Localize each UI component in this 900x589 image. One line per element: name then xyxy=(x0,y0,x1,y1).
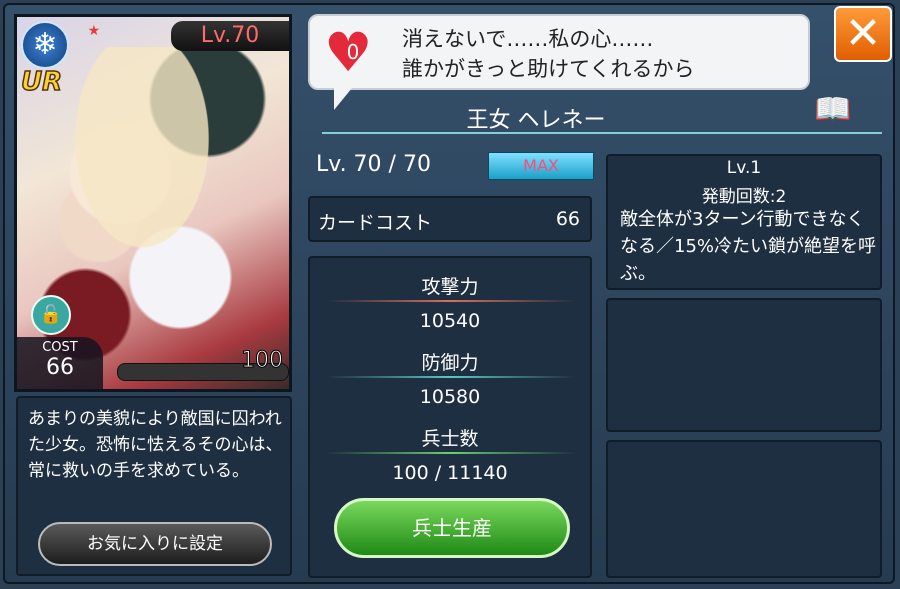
book-icon[interactable]: 📖 xyxy=(814,92,851,127)
favorite-button[interactable]: お気に入りに設定 xyxy=(38,522,272,566)
cost-box: COST 66 xyxy=(17,337,103,389)
defense-value: 10580 xyxy=(419,386,481,408)
empty-skill-slot xyxy=(606,440,882,578)
character-illustration xyxy=(57,47,227,277)
cost-value: 66 xyxy=(46,355,74,380)
skill-activations: 発動回数:2 xyxy=(701,187,787,207)
card-artwork: ❄ ☆★ UR Lv.70 🔓 COST 66 100 xyxy=(14,14,292,392)
star-icon: ☆ xyxy=(77,23,89,39)
unit-name: 王女 ヘレネー xyxy=(466,108,606,133)
name-bar: 王女 ヘレネー xyxy=(316,98,882,138)
rarity-stars: ☆★ xyxy=(77,23,100,39)
unit-level: Lv. 70 / 70 xyxy=(316,152,431,177)
rarity-label: UR xyxy=(20,66,63,98)
divider xyxy=(326,376,576,378)
produce-soldiers-button[interactable]: 兵士生産 xyxy=(334,498,570,558)
stats-panel: 攻撃力 10540 防御力 10580 兵士数 100 / 11140 兵士生産 xyxy=(308,256,592,578)
soldiers-value: 100 / 11140 xyxy=(392,462,508,484)
divider xyxy=(326,452,576,454)
skill-panel: Lv.1 発動回数:2 敵全体が3ターン行動できなくなる／15%冷たい鎖が絶望を… xyxy=(606,154,882,290)
troop-count: 100 xyxy=(241,348,284,374)
attack-value: 10540 xyxy=(419,310,481,332)
lock-icon[interactable]: 🔓 xyxy=(31,295,71,335)
divider xyxy=(326,300,576,302)
speech-text: 消えないで……私の心…… 誰かがきっと助けてくれるから xyxy=(402,24,695,84)
close-button[interactable]: ✕ xyxy=(834,6,892,62)
snowflake-icon: ❄ xyxy=(21,21,69,69)
card-cost-value: 66 xyxy=(555,208,580,230)
speech-bubble: ♥ 0 消えないで……私の心…… 誰かがきっと助けてくれるから xyxy=(308,14,810,110)
cost-label: COST xyxy=(42,340,78,355)
defense-label: 防御力 xyxy=(421,352,479,374)
max-badge: MAX xyxy=(488,152,594,180)
skill-level: Lv.1 xyxy=(726,158,762,178)
level-badge: Lv.70 xyxy=(171,21,289,51)
empty-skill-slot xyxy=(606,298,882,432)
card-cost-label: カードコスト xyxy=(318,212,433,234)
star-icon: ★ xyxy=(87,23,100,39)
card-cost-row: カードコスト 66 xyxy=(308,196,592,242)
description-panel: あまりの美貌により敵国に囚われた少女。恐怖に怯えるその心は、常に救いの手を求めて… xyxy=(16,396,292,576)
divider xyxy=(322,132,882,134)
soldiers-label: 兵士数 xyxy=(421,428,479,450)
attack-label: 攻撃力 xyxy=(421,276,479,298)
unit-description: あまりの美貌により敵国に囚われた少女。恐怖に怯えるその心は、常に救いの手を求めて… xyxy=(28,409,283,481)
skill-description: 敵全体が3ターン行動できなくなる／15%冷たい鎖が絶望を呼ぶ。 xyxy=(620,209,877,284)
heart-count: 0 xyxy=(346,40,360,64)
speech-line-1: 消えないで……私の心…… xyxy=(402,27,654,51)
speech-line-2: 誰かがきっと助けてくれるから xyxy=(402,57,695,81)
